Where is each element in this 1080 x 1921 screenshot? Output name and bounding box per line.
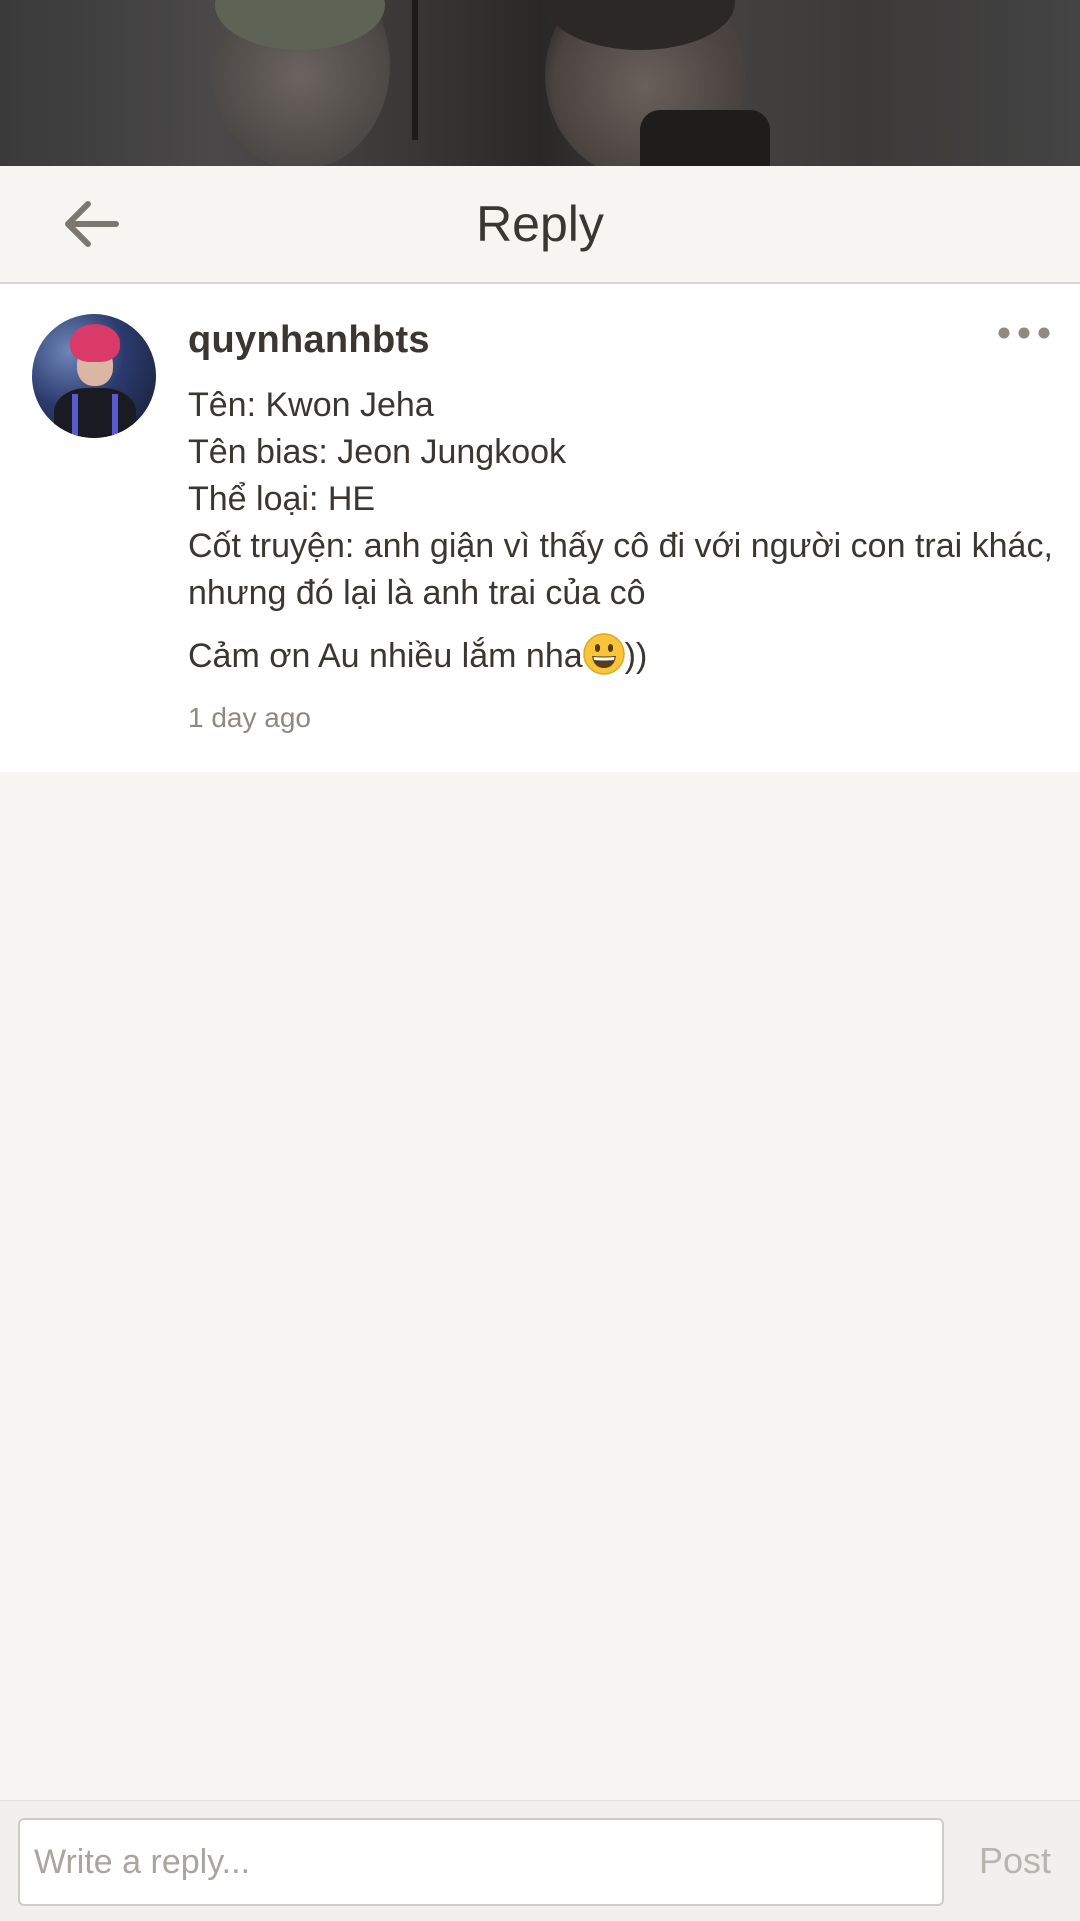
post-button[interactable]: Post [960, 1833, 1070, 1889]
thanks-text: Cảm ơn Au nhiều lắm nha [188, 637, 583, 675]
hero-collar [640, 110, 770, 166]
avatar[interactable] [32, 314, 156, 438]
avatar-body [54, 388, 136, 438]
comment-thanks-line: Cảm ơn Au nhiều lắm nha )) [188, 632, 647, 680]
comment-line: nhưng đó lại là anh trai của cô [188, 574, 646, 612]
grinning-face-emoji-icon [582, 633, 625, 675]
avatar-strap [72, 394, 78, 438]
hero-umbrella-pole [412, 0, 418, 140]
comment-line: Tên bias: Jeon Jungkook [188, 433, 567, 471]
comment-text: Tên: Kwon Jeha Tên bias: Jeon Jungkook T… [188, 382, 1068, 617]
reply-input[interactable] [18, 1818, 944, 1906]
username[interactable]: quynhanhbts [188, 316, 430, 364]
comment-card: quynhanhbts Tên: Kwon Jeha Tên bias: Jeo… [0, 284, 1080, 772]
comment-line: Tên: Kwon Jeha [188, 386, 434, 424]
more-dots-icon [998, 327, 1050, 339]
avatar-hair [70, 324, 120, 362]
comment-timestamp: 1 day ago [188, 702, 311, 733]
comment-line: Thể loại: HE [188, 480, 376, 518]
top-bar: Reply [0, 166, 1080, 284]
header-background-image [0, 0, 1080, 166]
page-title: Reply [476, 196, 604, 252]
thanks-suffix: )) [624, 637, 648, 675]
more-options-button[interactable] [996, 318, 1052, 348]
reply-composer: Post [0, 1800, 1080, 1921]
avatar-strap [112, 394, 118, 438]
comment-line: Cốt truyện: anh giận vì thấy cô đi với n… [188, 527, 1053, 565]
